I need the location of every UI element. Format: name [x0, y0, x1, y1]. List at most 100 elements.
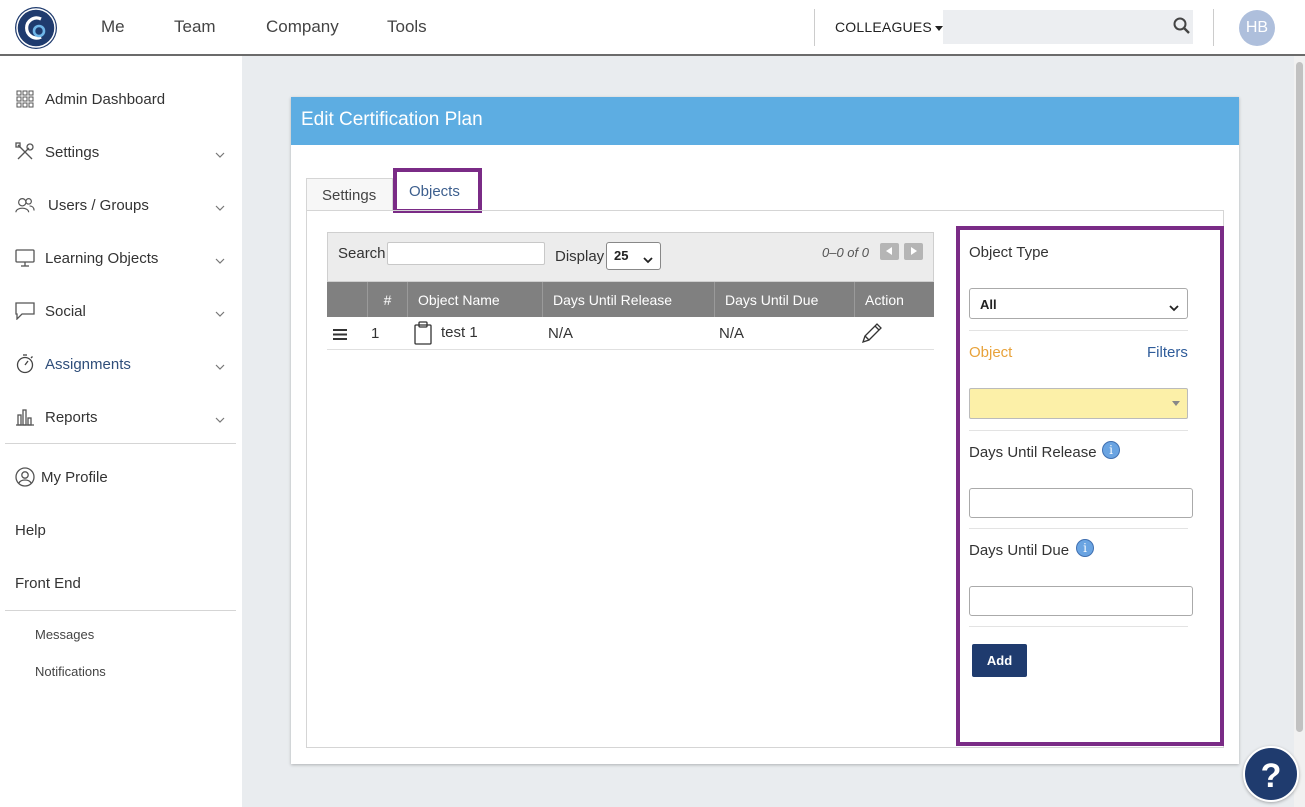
sidebar-item-label: Learning Objects [45, 249, 159, 267]
column-header-days-until-release[interactable]: Days Until Release [542, 282, 714, 317]
object-select[interactable] [969, 388, 1188, 419]
days-until-release-input[interactable] [969, 488, 1193, 518]
tools-icon [15, 142, 35, 162]
global-search-input[interactable] [943, 10, 1193, 44]
divider [5, 443, 236, 444]
help-button[interactable]: ? [1243, 746, 1299, 802]
sidebar-item-label: Social [45, 302, 86, 320]
nav-me[interactable]: Me [101, 17, 125, 37]
chevron-down-icon [1169, 300, 1179, 315]
sidebar-item-my-profile[interactable]: My Profile [15, 467, 225, 487]
scrollbar-thumb[interactable] [1296, 62, 1303, 732]
days-until-release-value: N/A [548, 325, 574, 342]
company-logo[interactable] [15, 7, 57, 49]
sidebar-item-label: Users / Groups [48, 196, 149, 214]
chevron-down-icon [215, 411, 225, 428]
info-icon[interactable]: i [1076, 539, 1094, 557]
avatar[interactable]: HB [1239, 10, 1275, 46]
divider [814, 9, 815, 46]
caret-down-icon [1172, 401, 1180, 406]
search-label: Search [338, 245, 386, 262]
row-divider [327, 349, 934, 350]
stopwatch-icon [15, 354, 35, 374]
object-label: Object [969, 344, 1013, 361]
column-header-number: # [367, 282, 407, 317]
triangle-right-icon [911, 247, 917, 255]
sidebar-item-label: Assignments [45, 355, 131, 373]
sidebar: Admin Dashboard Settings Users / Groups … [0, 56, 242, 807]
sidebar-item-label: My Profile [41, 468, 108, 486]
divider [969, 330, 1188, 331]
chevron-down-icon [215, 146, 225, 163]
sidebar-item-settings[interactable]: Settings [15, 142, 225, 162]
caret-down-icon [934, 25, 943, 31]
column-header-days-until-due[interactable]: Days Until Due [714, 282, 854, 317]
sidebar-item-messages[interactable]: Messages [35, 627, 94, 642]
top-bar: Me Team Company Tools COLLEAGUES HB [0, 0, 1305, 56]
monitor-icon [15, 248, 35, 268]
sidebar-item-label: Reports [45, 408, 98, 426]
divider [969, 626, 1188, 627]
sidebar-item-users-groups[interactable]: Users / Groups [15, 195, 225, 215]
object-name: test 1 [441, 324, 478, 341]
sidebar-item-label: Settings [45, 143, 100, 161]
sidebar-item-front-end[interactable]: Front End [15, 575, 81, 592]
bar-chart-icon [15, 407, 35, 427]
sidebar-item-learning-objects[interactable]: Learning Objects [15, 248, 225, 268]
object-type-label: Object Type [969, 244, 1049, 261]
sidebar-item-reports[interactable]: Reports [15, 407, 225, 427]
chat-icon [15, 301, 35, 321]
days-until-release-label: Days Until Release [969, 444, 1097, 461]
chevron-down-icon [215, 199, 225, 216]
sidebar-item-admin-dashboard[interactable]: Admin Dashboard [15, 89, 225, 109]
prev-page-button[interactable] [880, 243, 899, 260]
add-button[interactable]: Add [972, 644, 1027, 677]
table-search-input[interactable] [387, 242, 545, 265]
nav-team[interactable]: Team [174, 17, 216, 37]
display-label: Display [555, 248, 605, 265]
sidebar-item-help[interactable]: Help [15, 522, 46, 539]
divider [5, 610, 236, 611]
sidebar-item-assignments[interactable]: Assignments [15, 354, 225, 374]
search-icon[interactable] [1173, 17, 1190, 37]
column-header-action: Action [854, 282, 934, 317]
tab-settings[interactable]: Settings [306, 178, 393, 211]
info-icon[interactable]: i [1102, 441, 1120, 459]
column-header-object-name[interactable]: Object Name [407, 282, 542, 317]
sidebar-item-notifications[interactable]: Notifications [35, 664, 106, 679]
divider [1213, 9, 1214, 46]
chevron-down-icon [643, 252, 653, 267]
object-type-value: All [980, 297, 997, 312]
next-page-button[interactable] [904, 243, 923, 260]
display-count-select[interactable]: 25 [606, 242, 661, 270]
days-until-due-input[interactable] [969, 586, 1193, 616]
triangle-left-icon [886, 247, 892, 255]
divider [969, 430, 1188, 431]
clipboard-icon [413, 321, 433, 349]
chevron-down-icon [215, 252, 225, 269]
sidebar-item-social[interactable]: Social [15, 301, 225, 321]
users-icon [15, 195, 35, 215]
page-scrollbar[interactable] [1294, 56, 1305, 807]
drag-handle-icon[interactable] [332, 327, 348, 345]
chevron-down-icon [215, 358, 225, 375]
tab-objects[interactable]: Objects [393, 168, 482, 213]
object-type-select[interactable]: All [969, 288, 1188, 319]
row-number: 1 [371, 325, 380, 342]
nav-company[interactable]: Company [266, 17, 339, 37]
days-until-due-value: N/A [719, 325, 745, 342]
pager-status: 0–0 of 0 [822, 245, 869, 260]
days-until-due-label: Days Until Due [969, 542, 1070, 559]
nav-tools[interactable]: Tools [387, 17, 427, 37]
filters-link[interactable]: Filters [1147, 344, 1188, 361]
user-circle-icon [15, 467, 35, 487]
display-value: 25 [614, 248, 629, 263]
colleagues-dropdown[interactable]: COLLEAGUES [835, 19, 943, 35]
colleagues-label: COLLEAGUES [835, 19, 932, 35]
chevron-down-icon [215, 305, 225, 322]
edit-pencil-icon[interactable] [860, 321, 884, 349]
sidebar-item-label: Admin Dashboard [45, 90, 166, 108]
grid-icon [15, 89, 35, 109]
divider [969, 528, 1188, 529]
page-title: Edit Certification Plan [291, 97, 1239, 145]
